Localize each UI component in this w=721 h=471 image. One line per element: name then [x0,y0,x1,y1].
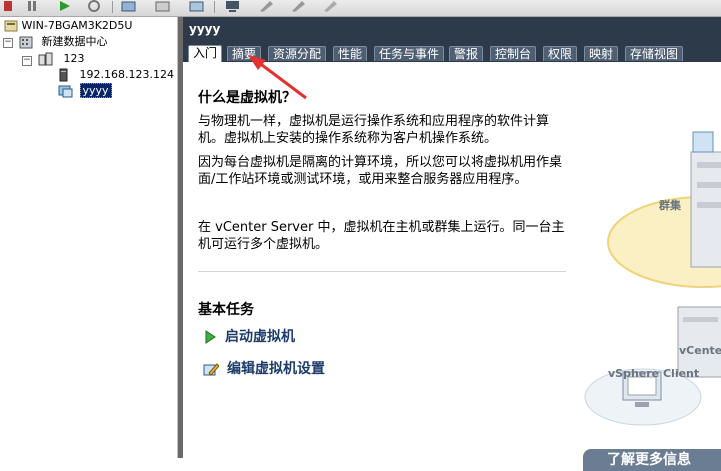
tree-item-vcenter[interactable]: WIN-7BGAM3K2D5U [4,19,132,33]
power-on-vm-link[interactable]: 启动虚拟机 [203,327,295,347]
tab-alarms[interactable]: 警报 [449,46,484,61]
tree-item-vm[interactable]: yyyy [58,83,112,98]
snapshot-icon[interactable] [120,0,138,12]
reset-icon[interactable] [86,0,104,12]
toolbar-separator [112,1,113,13]
tab-storage-views[interactable]: 存储视图 [625,46,684,61]
section-divider [198,271,566,272]
intro-paragraph-3: 在 vCenter Server 中，虚拟机在主机或群集上运行。同一台主机可运行… [198,220,565,252]
tree-item-datacenter[interactable]: 新建数据中心 [18,35,108,49]
main-panel: yyyy 入门 摘要 资源分配 性能 任务与事件 警报 控制台 权限 映射 存储… [183,17,721,471]
inventory-tree: WIN-7BGAM3K2D5U − 新建数据中心 − 123 192.168.1… [0,17,178,458]
tab-tasks-events[interactable]: 任务与事件 [374,46,445,61]
tree-label-vm: yyyy [79,83,112,98]
tab-getting-started[interactable]: 入门 [188,45,223,62]
tree-label-host: 192.168.123.124 [79,68,174,81]
tab-console[interactable]: 控制台 [490,46,537,61]
tab-permissions[interactable]: 权限 [543,46,578,61]
intro-paragraph-2: 因为每台虚拟机是隔离的计算环境，所以您可以将虚拟机用作桌面/工作站环境或测试环境… [198,155,563,187]
tree-item-cluster[interactable]: 123 [38,52,85,66]
datacenter-icon [19,36,33,49]
edit-settings-icon[interactable] [258,0,276,12]
tree-label-vcenter: WIN-7BGAM3K2D5U [21,19,133,32]
tab-resource-allocation[interactable]: 资源分配 [268,46,327,61]
revert-icon[interactable] [154,0,172,12]
clone-icon[interactable] [322,0,340,12]
edit-vm-settings-link[interactable]: 编辑虚拟机设置 [203,359,325,379]
edit-settings-icon [203,363,219,376]
cluster-label: 群集 [659,199,681,212]
cluster-icon [38,52,53,66]
vm-title: yyyy [189,22,221,36]
pause-icon[interactable] [24,0,42,12]
migrate-icon[interactable] [290,0,308,12]
toolbar-separator [214,1,215,13]
stop-icon[interactable] [0,0,18,12]
learn-more-button[interactable]: 了解更多信息 [583,449,721,471]
collapse-icon[interactable]: − [22,56,32,66]
tab-summary[interactable]: 摘要 [227,46,262,61]
tab-bar: 入门 摘要 资源分配 性能 任务与事件 警报 控制台 权限 映射 存储视图 [183,44,721,62]
collapse-icon[interactable]: − [3,38,13,48]
vsphere-illustration: 群集 vCenter vSphere Client [583,122,721,452]
host-server-icon [59,68,68,82]
console-icon[interactable] [224,0,242,12]
manager-icon[interactable] [188,0,206,12]
intro-paragraph-1: 与物理机一样，虚拟机是运行操作系统和应用程序的软件计算机。虚拟机上安装的操作系统… [198,114,550,146]
tab-maps[interactable]: 映射 [584,46,619,61]
basic-tasks-heading: 基本任务 [198,302,254,318]
vm-title-bar: yyyy [183,17,721,44]
vm-icon [58,85,73,98]
vcenter-icon [4,20,18,32]
tree-label-cluster: 123 [63,52,85,65]
getting-started-content: 什么是虚拟机？ 与物理机一样，虚拟机是运行操作系统和应用程序的软件计算机。虚拟机… [183,62,721,471]
vcenter-label: vCenter [679,344,721,357]
tree-item-host[interactable]: 192.168.123.124 [58,68,174,82]
power-on-vm-label: 启动虚拟机 [225,329,295,345]
edit-vm-settings-label: 编辑虚拟机设置 [227,361,325,377]
tree-label-datacenter: 新建数据中心 [41,35,108,48]
tab-performance[interactable]: 性能 [333,46,368,61]
vsphere-client-label: vSphere Client [608,367,700,380]
toolbar [0,0,721,17]
play-icon [205,330,216,344]
play-icon[interactable] [56,0,74,12]
what-is-vm-heading: 什么是虚拟机？ [198,90,296,106]
